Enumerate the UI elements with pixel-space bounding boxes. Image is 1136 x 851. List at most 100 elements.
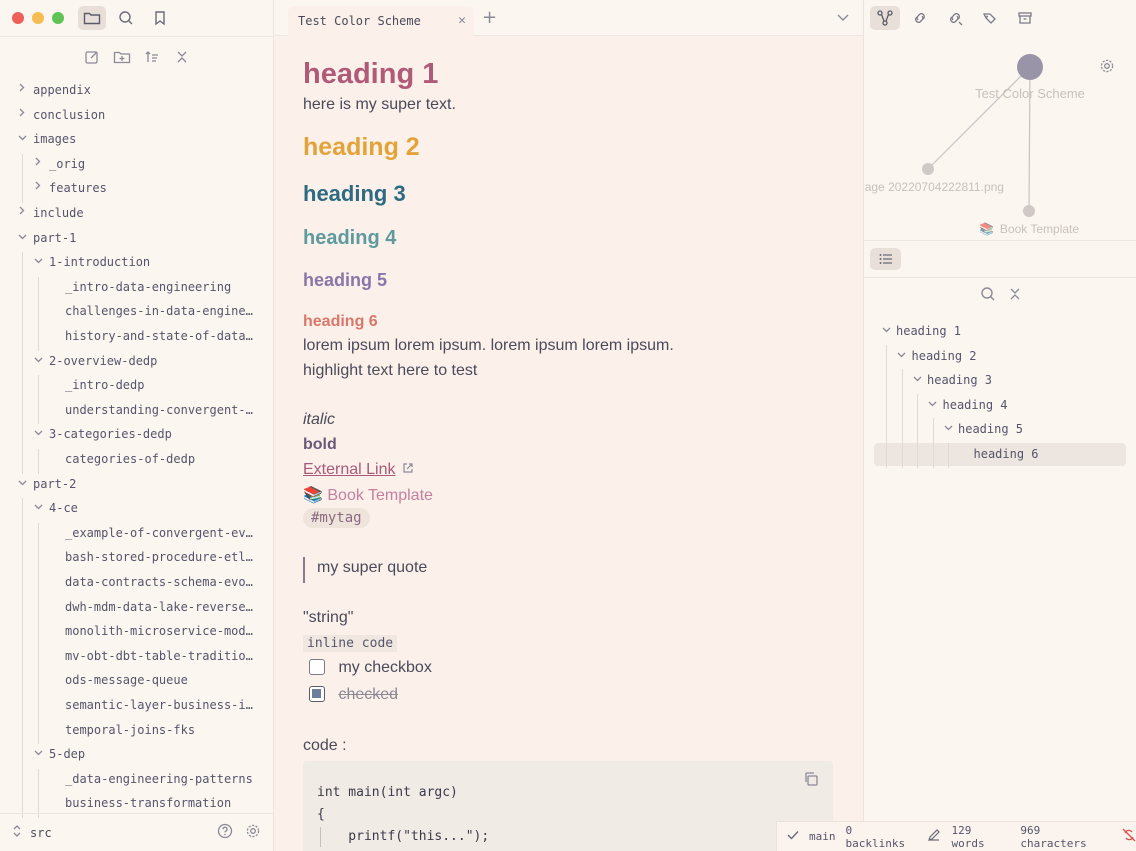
- file-tree-file[interactable]: semantic-layer-business-int...: [65, 695, 259, 715]
- file-tree-file[interactable]: monolith-microservice-mode...: [65, 621, 259, 641]
- chevron-right-icon[interactable]: [32, 178, 44, 198]
- file-tree-folder[interactable]: 3-categories-dedp: [49, 424, 259, 444]
- external-link-text[interactable]: External Link: [303, 461, 396, 478]
- file-tree-file[interactable]: challenges-in-data-engineeri...: [65, 301, 259, 321]
- chevron-down-icon[interactable]: [942, 418, 954, 440]
- archive-icon[interactable]: [1010, 6, 1040, 30]
- sync-error-icon[interactable]: [1122, 828, 1136, 845]
- chevron-right-icon[interactable]: [16, 105, 28, 125]
- file-tree-file[interactable]: data-contracts-schema-evol...: [65, 572, 259, 592]
- new-note-icon[interactable]: [81, 46, 103, 68]
- chevron-down-icon[interactable]: [896, 345, 908, 367]
- file-tree-file[interactable]: temporal-joins-fks: [65, 720, 259, 740]
- chevron-down-icon[interactable]: [32, 744, 44, 764]
- graph-node-current[interactable]: [1017, 54, 1043, 80]
- internal-link[interactable]: 📚 Book Template: [303, 485, 433, 505]
- chevron-right-icon[interactable]: [16, 80, 28, 100]
- maximize-window-button[interactable]: [52, 12, 64, 24]
- git-branch[interactable]: main: [809, 830, 836, 843]
- tag-text[interactable]: #mytag: [303, 508, 370, 528]
- chevron-down-icon[interactable]: [837, 6, 849, 30]
- file-tree-file[interactable]: history-and-state-of-data-e...: [65, 326, 259, 346]
- vault-switcher-icon[interactable]: [12, 824, 22, 841]
- file-tree-folder[interactable]: 2-overview-dedp: [49, 351, 259, 371]
- graph-canvas[interactable]: Test Color Scheme image 20220704222811.p…: [852, 36, 1136, 241]
- checkbox-checked[interactable]: [309, 686, 325, 702]
- collapse-all-icon[interactable]: [171, 46, 193, 68]
- chevron-down-icon[interactable]: [16, 474, 28, 494]
- file-tree-folder[interactable]: 1-introduction: [49, 252, 259, 272]
- sort-icon[interactable]: [141, 46, 163, 68]
- file-tree-folder[interactable]: 4-ce: [49, 498, 259, 518]
- vault-name[interactable]: src: [30, 826, 52, 840]
- file-tree-file[interactable]: bash-stored-procedure-etl-p...: [65, 547, 259, 567]
- close-window-button[interactable]: [12, 12, 24, 24]
- chevron-down-icon[interactable]: [32, 252, 44, 272]
- chevron-down-icon[interactable]: [32, 351, 44, 371]
- backlinks-count[interactable]: 0 backlinks: [846, 824, 918, 850]
- file-tree-file[interactable]: mv-obt-dbt-table-traditional...: [65, 646, 259, 666]
- new-tab-icon[interactable]: +: [482, 6, 497, 30]
- file-tree-file[interactable]: _example-of-convergent-evo...: [65, 523, 259, 543]
- graph-icon[interactable]: [870, 6, 900, 30]
- search-icon[interactable]: [980, 286, 996, 310]
- file-tree-file[interactable]: _intro-dedp: [65, 375, 259, 395]
- file-tree-folder[interactable]: _orig: [49, 154, 259, 174]
- file-tree-file[interactable]: business-transformation: [65, 793, 259, 813]
- tab-test-color-scheme[interactable]: Test Color Scheme ✕: [288, 6, 474, 36]
- outgoing-links-icon[interactable]: [940, 6, 970, 30]
- outline-item[interactable]: heading 2: [912, 345, 977, 367]
- backlinks-icon[interactable]: [905, 6, 935, 30]
- checkbox-unchecked[interactable]: [309, 659, 325, 675]
- copy-icon[interactable]: [803, 771, 819, 791]
- file-tree-folder[interactable]: appendix: [33, 80, 259, 100]
- search-icon[interactable]: [112, 6, 140, 30]
- chevron-down-icon[interactable]: [927, 394, 939, 416]
- chevron-down-icon[interactable]: [32, 424, 44, 444]
- help-icon[interactable]: [217, 823, 233, 842]
- chevron-right-icon[interactable]: [32, 154, 44, 174]
- outline-list-icon[interactable]: [870, 248, 901, 270]
- tags-icon[interactable]: [975, 6, 1005, 30]
- external-link[interactable]: External Link: [303, 461, 414, 479]
- file-tree-file[interactable]: ods-message-queue: [65, 670, 259, 690]
- edit-mode-icon[interactable]: [927, 828, 941, 845]
- file-tree-file[interactable]: dwh-mdm-data-lake-reverse...: [65, 597, 259, 617]
- tag-pill[interactable]: #mytag: [303, 508, 370, 528]
- file-tree-file[interactable]: categories-of-dedp: [65, 449, 259, 469]
- file-tree-folder[interactable]: 5-dep: [49, 744, 259, 764]
- graph-node-image[interactable]: [922, 163, 934, 175]
- file-tree-file[interactable]: understanding-convergent-e...: [65, 400, 259, 420]
- chevron-down-icon[interactable]: [880, 320, 892, 342]
- file-tree-folder[interactable]: include: [33, 203, 259, 223]
- internal-link-text[interactable]: Book Template: [327, 487, 433, 504]
- bookmark-icon[interactable]: [146, 6, 174, 30]
- collapse-icon[interactable]: [1008, 286, 1022, 310]
- new-folder-icon[interactable]: [111, 46, 133, 68]
- file-tree-folder[interactable]: conclusion: [33, 105, 259, 125]
- chevron-down-icon[interactable]: [32, 498, 44, 518]
- chevron-down-icon[interactable]: [16, 228, 28, 248]
- file-tree-folder[interactable]: features: [49, 178, 259, 198]
- outline-item[interactable]: heading 4: [943, 394, 1008, 416]
- file-tree-file[interactable]: _data-engineering-patterns: [65, 769, 259, 789]
- folder-icon[interactable]: [78, 6, 106, 30]
- outline-item[interactable]: heading 3: [927, 369, 992, 391]
- file-tree-folder[interactable]: part-1: [33, 228, 259, 248]
- graph-node-book-template[interactable]: [1023, 205, 1035, 217]
- graph-settings-icon[interactable]: [1099, 58, 1115, 78]
- chevron-down-icon[interactable]: [16, 129, 28, 149]
- sync-check-icon[interactable]: [787, 830, 799, 843]
- settings-icon[interactable]: [245, 823, 261, 842]
- file-tree-folder[interactable]: images: [33, 129, 259, 149]
- minimize-window-button[interactable]: [32, 12, 44, 24]
- file-tree-folder[interactable]: part-2: [33, 474, 259, 494]
- outline-item[interactable]: heading 1: [896, 320, 961, 342]
- outline-item[interactable]: heading 6: [974, 443, 1039, 465]
- chevron-down-icon[interactable]: [911, 369, 923, 391]
- outline-item[interactable]: heading 5: [958, 418, 1023, 440]
- chevron-right-icon[interactable]: [16, 203, 28, 223]
- file-tree-file[interactable]: _intro-data-engineering: [65, 277, 259, 297]
- close-tab-icon[interactable]: ✕: [458, 6, 466, 36]
- local-graph[interactable]: Test Color Scheme image 20220704222811.p…: [852, 36, 1136, 241]
